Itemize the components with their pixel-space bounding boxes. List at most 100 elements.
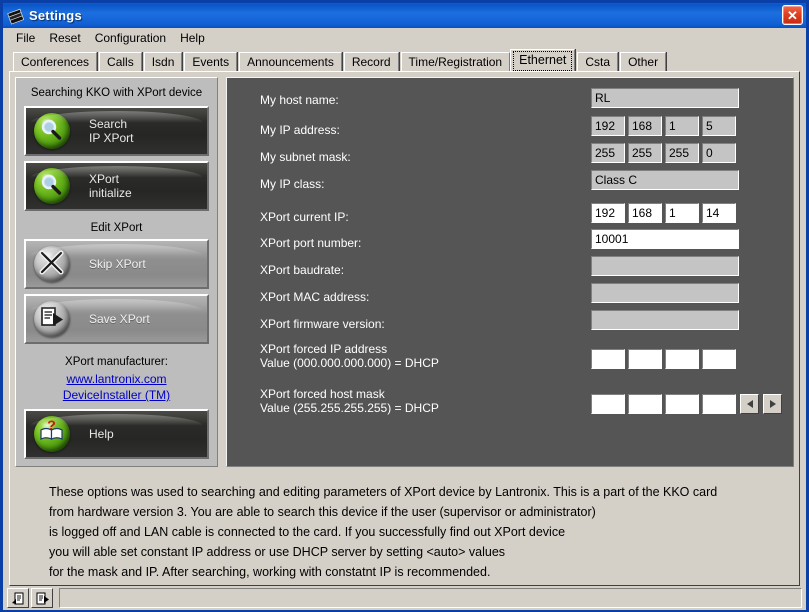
field-host-name-row: RL	[591, 88, 739, 108]
skip-xport-button[interactable]: Skip XPort	[24, 239, 209, 289]
xport-forced-ip-octet-3[interactable]	[665, 349, 699, 369]
field-xport-port-number-row: 10001	[591, 229, 739, 249]
searching-caption: Searching KKO with XPort device	[30, 87, 203, 99]
edit-xport-caption: Edit XPort	[90, 222, 143, 234]
field-xport-current-ip-row: 192 168 1 14	[591, 203, 736, 223]
xport-settings-form: My host name: RL My IP address: 192 168 …	[226, 77, 794, 467]
close-icon[interactable]: ✕	[782, 5, 803, 25]
field-xport-forced-mask-label-row: XPort forced host mask Value (255.255.25…	[260, 387, 439, 415]
spinner-prev-button[interactable]	[740, 394, 759, 414]
xport-baudrate-input[interactable]	[591, 256, 739, 276]
field-ip-address-label-row: My IP address:	[260, 123, 340, 137]
xport-current-ip-octet-2[interactable]: 168	[628, 203, 662, 223]
field-ip-address-row: 192 168 1 5	[591, 116, 736, 136]
triangle-right-icon	[769, 400, 776, 408]
tab-time-registration[interactable]: Time/Registration	[400, 52, 511, 71]
description-text: These options was used to searching and …	[17, 476, 793, 582]
xport-forced-ip-octet-2[interactable]	[628, 349, 662, 369]
xport-forced-mask-octet-4[interactable]	[702, 394, 736, 414]
tab-events[interactable]: Events	[184, 52, 238, 71]
xport-firmware-version-input[interactable]	[591, 310, 739, 330]
ip-address-octet-2[interactable]: 168	[628, 116, 662, 136]
window-title: Settings	[29, 8, 82, 23]
link-deviceinstaller[interactable]: DeviceInstaller (TM)	[63, 387, 170, 403]
field-xport-port-number-label-row: XPort port number:	[260, 236, 361, 250]
tab-csta[interactable]: Csta	[577, 52, 619, 71]
status-bar	[3, 586, 806, 610]
ip-class-label: My IP class:	[260, 177, 325, 191]
link-lantronix[interactable]: www.lantronix.com	[63, 371, 170, 387]
field-xport-firmware-label-row: XPort firmware version:	[260, 317, 385, 331]
field-xport-mac-label-row: XPort MAC address:	[260, 290, 369, 304]
subnet-mask-label: My subnet mask:	[260, 150, 351, 164]
xport-forced-mask-label: XPort forced host mask Value (255.255.25…	[260, 387, 439, 415]
field-xport-forced-mask-row	[591, 394, 782, 414]
description-line-5: for the mask and IP. After searching, wo…	[49, 565, 491, 579]
tab-calls[interactable]: Calls	[99, 52, 142, 71]
xport-baudrate-label: XPort baudrate:	[260, 263, 345, 277]
field-ip-class-label-row: My IP class:	[260, 177, 324, 191]
status-message-panel	[59, 588, 802, 608]
xport-current-ip-octet-3[interactable]: 1	[665, 203, 699, 223]
xport-forced-mask-octet-1[interactable]	[591, 394, 625, 414]
xport-port-number-input[interactable]: 10001	[591, 229, 739, 249]
tab-ethernet[interactable]: Ethernet	[510, 49, 576, 71]
manufacturer-links: www.lantronix.com DeviceInstaller (TM)	[63, 371, 170, 403]
spinner-next-button[interactable]	[763, 394, 782, 414]
ip-address-octet-1[interactable]: 192	[591, 116, 625, 136]
field-ip-class-row: Class C	[591, 170, 739, 190]
help-button[interactable]: ? Help	[24, 409, 209, 459]
xport-current-ip-octet-1[interactable]: 192	[591, 203, 625, 223]
field-xport-mac-row	[591, 283, 739, 303]
document-arrow-icon[interactable]	[31, 588, 53, 608]
subnet-mask-octet-2[interactable]: 255	[628, 143, 662, 163]
ip-address-octet-4[interactable]: 5	[702, 116, 736, 136]
menu-bar: File Reset Configuration Help	[3, 28, 806, 48]
xport-mac-address-input[interactable]	[591, 283, 739, 303]
field-xport-current-ip-label-row: XPort current IP:	[260, 210, 349, 224]
title-bar: Settings ✕	[3, 3, 806, 28]
panels-row: Searching KKO with XPort device Search I…	[13, 75, 796, 467]
field-xport-forced-ip-label-row: XPort forced IP address Value (000.000.0…	[260, 342, 439, 370]
tab-isdn[interactable]: Isdn	[143, 52, 183, 71]
search-ip-xport-button[interactable]: Search IP XPort	[24, 106, 209, 156]
save-xport-button[interactable]: Save XPort	[24, 294, 209, 344]
field-xport-baudrate-label-row: XPort baudrate:	[260, 263, 344, 277]
xport-forced-ip-label: XPort forced IP address Value (000.000.0…	[260, 342, 439, 370]
ip-address-label: My IP address:	[260, 123, 340, 137]
menu-item-file[interactable]: File	[9, 29, 42, 47]
xport-firmware-version-label: XPort firmware version:	[260, 317, 385, 331]
xport-forced-mask-octet-2[interactable]	[628, 394, 662, 414]
xport-forced-mask-octet-3[interactable]	[665, 394, 699, 414]
settings-window: Settings ✕ File Reset Configuration Help…	[0, 0, 809, 612]
skip-xport-label: Skip XPort	[89, 257, 146, 271]
search-ip-xport-label: Search IP XPort	[89, 117, 134, 145]
xport-forced-ip-octet-1[interactable]	[591, 349, 625, 369]
x-gray-sphere-icon	[31, 243, 73, 285]
description-line-4: you will able set constant IP address or…	[49, 545, 506, 559]
subnet-mask-octet-4[interactable]: 0	[702, 143, 736, 163]
xport-current-ip-octet-4[interactable]: 14	[702, 203, 736, 223]
subnet-mask-octet-3[interactable]: 255	[665, 143, 699, 163]
xport-current-ip-label: XPort current IP:	[260, 210, 349, 224]
field-xport-baudrate-row	[591, 256, 739, 276]
ip-class-input[interactable]: Class C	[591, 170, 739, 190]
ip-address-octet-3[interactable]: 1	[665, 116, 699, 136]
help-button-label: Help	[89, 427, 114, 441]
xport-initialize-button[interactable]: XPort initialize	[24, 161, 209, 211]
tab-record[interactable]: Record	[343, 52, 399, 71]
xport-initialize-label: XPort initialize	[89, 172, 132, 200]
description-line-2: from hardware version 3. You are able to…	[49, 505, 596, 519]
magnifier-green-sphere-icon	[31, 165, 73, 207]
xport-forced-ip-octet-4[interactable]	[702, 349, 736, 369]
host-name-input[interactable]: RL	[591, 88, 739, 108]
menu-item-help[interactable]: Help	[173, 29, 212, 47]
host-name-label: My host name:	[260, 93, 339, 107]
menu-item-reset[interactable]: Reset	[42, 29, 87, 47]
tab-announcements[interactable]: Announcements	[239, 52, 342, 71]
menu-item-configuration[interactable]: Configuration	[88, 29, 173, 47]
tab-other[interactable]: Other	[620, 52, 667, 71]
tab-conferences[interactable]: Conferences	[13, 52, 98, 71]
document-lock-icon[interactable]	[7, 588, 29, 608]
subnet-mask-octet-1[interactable]: 255	[591, 143, 625, 163]
